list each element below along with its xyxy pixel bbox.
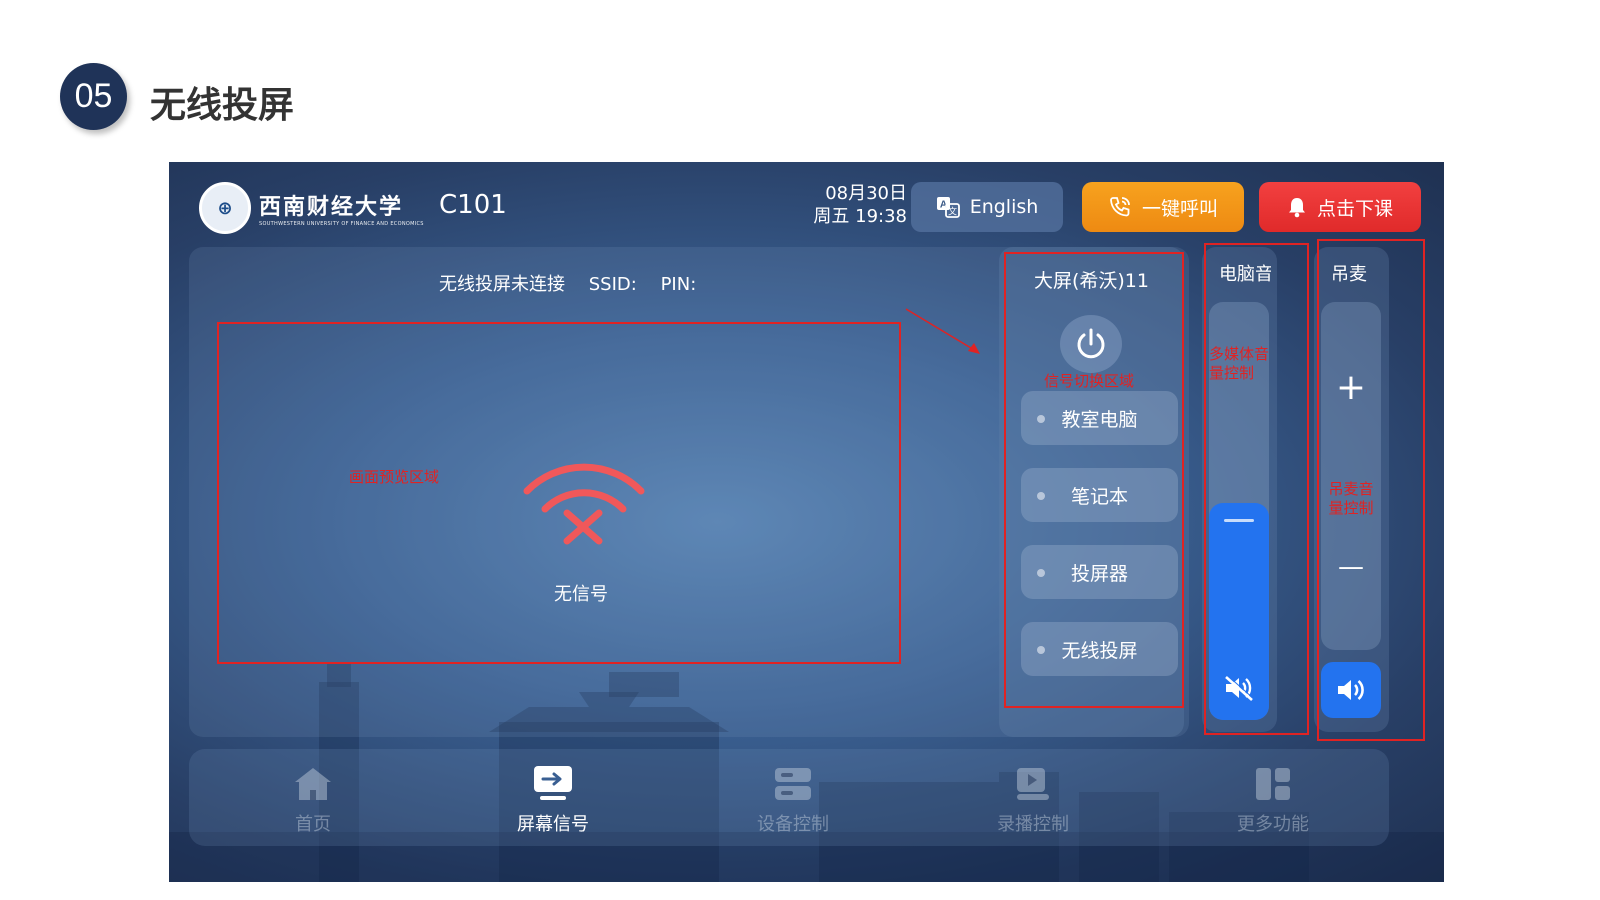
university-seal-icon: ⊕	[199, 182, 251, 234]
screen-signal-icon	[534, 766, 572, 800]
slide-title: 无线投屏	[150, 85, 295, 126]
source-annotation-box	[1004, 252, 1184, 708]
nav-label: 录播控制	[997, 814, 1069, 835]
room-number: C101	[439, 190, 507, 220]
nav-label: 首页	[295, 814, 331, 835]
time-text: 周五 19:38	[813, 206, 907, 227]
more-icon	[1256, 768, 1290, 800]
mic-volume-annotation-box	[1317, 239, 1425, 741]
end-class-button[interactable]: 点击下课	[1259, 182, 1421, 232]
no-signal-label: 无信号	[554, 584, 608, 605]
english-label: English	[969, 196, 1039, 218]
nav-home[interactable]: 首页	[238, 760, 388, 836]
home-icon	[295, 768, 331, 800]
section-number-badge: 05	[60, 63, 127, 130]
end-class-label: 点击下课	[1316, 197, 1393, 220]
recording-icon	[1017, 768, 1049, 800]
logo-english-name: SOUTHWESTERN UNIVERSITY OF FINANCE AND E…	[259, 221, 424, 227]
bell-icon	[1288, 198, 1305, 218]
date-time: 08月30日 周五 19:38	[789, 182, 907, 228]
pc-volume-annotation-box	[1204, 243, 1309, 735]
university-logo: ⊕ 西南财经大学 SOUTHWESTERN UNIVERSITY OF FINA…	[199, 182, 424, 234]
preview-annotation-label: 画面预览区域	[349, 468, 440, 486]
annotation-arrow	[905, 308, 980, 354]
nav-recording-control[interactable]: 录播控制	[958, 760, 1108, 836]
device-control-icon	[775, 768, 811, 800]
wireless-status-line: 无线投屏未连接 SSID: PIN:	[439, 270, 714, 296]
pin-label: PIN:	[660, 274, 697, 295]
nav-label: 屏幕信号	[517, 814, 589, 835]
nav-more-functions[interactable]: 更多功能	[1198, 760, 1348, 836]
nav-label: 设备控制	[757, 814, 829, 835]
svg-text:文: 文	[948, 206, 957, 218]
ssid-label: SSID:	[588, 274, 637, 295]
one-key-call-button[interactable]: 一键呼叫	[1082, 182, 1244, 232]
language-english-button[interactable]: A 文 English	[911, 182, 1063, 232]
section-number: 05	[74, 77, 113, 115]
nav-device-control[interactable]: 设备控制	[718, 760, 868, 836]
no-signal-wifi-icon	[523, 463, 645, 545]
date-text: 08月30日	[825, 183, 907, 204]
nav-label: 更多功能	[1237, 814, 1309, 835]
control-panel-screenshot: ⊕ 西南财经大学 SOUTHWESTERN UNIVERSITY OF FINA…	[169, 162, 1444, 882]
logo-chinese-name: 西南财经大学	[259, 194, 404, 220]
translate-icon: A 文	[936, 197, 960, 218]
nav-screen-signal[interactable]: 屏幕信号	[478, 760, 628, 836]
phone-call-icon	[1110, 197, 1130, 217]
call-label: 一键呼叫	[1141, 197, 1218, 220]
wireless-status: 无线投屏未连接	[439, 274, 565, 295]
